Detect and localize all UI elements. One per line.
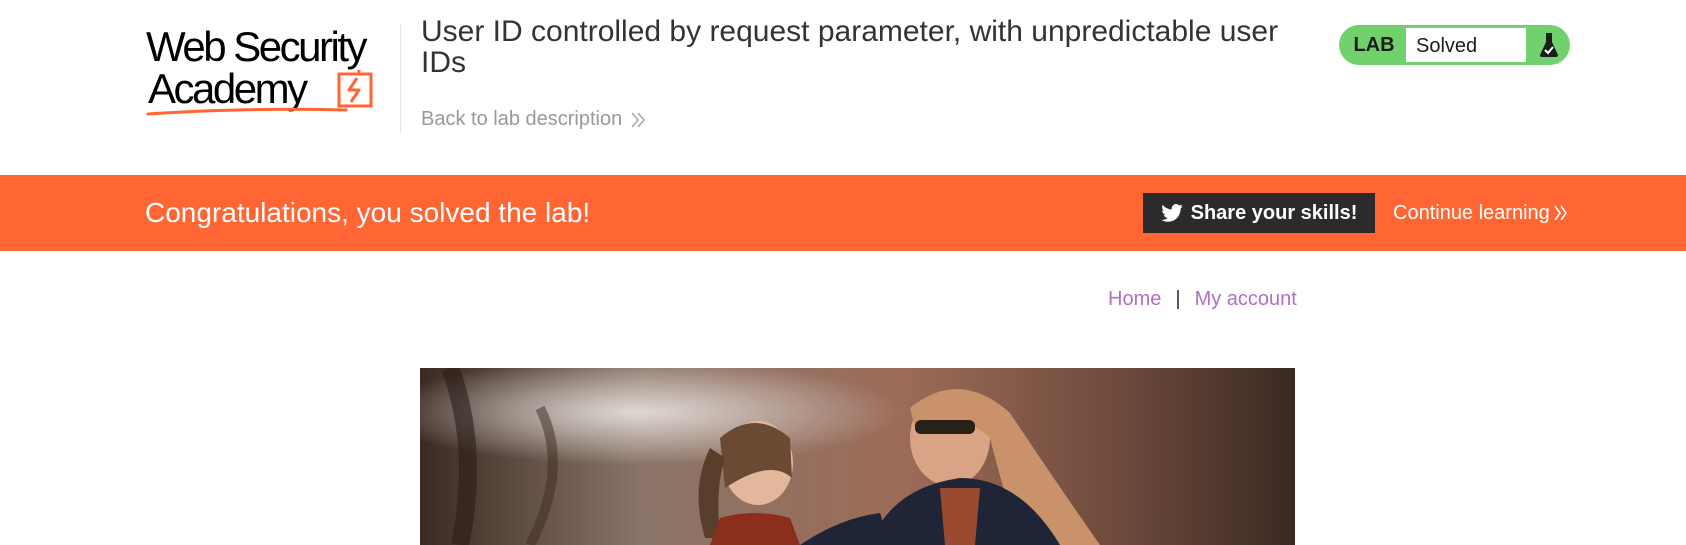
nav-my-account-link[interactable]: My account bbox=[1195, 288, 1297, 311]
solved-banner: Congratulations, you solved the lab! Sha… bbox=[0, 175, 1686, 251]
lab-title: User ID controlled by request parameter,… bbox=[421, 15, 1279, 79]
hero-photo bbox=[420, 368, 1295, 545]
continue-learning-label: Continue learning bbox=[1393, 202, 1550, 224]
share-button-label: Share your skills! bbox=[1190, 201, 1358, 224]
site-header: Web Security Academy User ID controlled … bbox=[0, 0, 1686, 175]
header-divider bbox=[400, 25, 401, 133]
nav-home-link[interactable]: Home bbox=[1108, 288, 1161, 311]
logo-lightning-icon bbox=[337, 70, 373, 108]
continue-learning-link[interactable]: Continue learning bbox=[1393, 200, 1568, 226]
web-security-academy-logo[interactable]: Web Security Academy bbox=[146, 24, 396, 116]
logo-text-line1: Web Security bbox=[146, 23, 368, 70]
lab-status-text: Solved bbox=[1405, 27, 1527, 63]
back-to-lab-description-link[interactable]: Back to lab description bbox=[421, 108, 646, 131]
top-nav: Home | My account bbox=[1108, 288, 1297, 311]
double-chevron-right-icon bbox=[631, 111, 646, 128]
congratulations-message: Congratulations, you solved the lab! bbox=[145, 197, 591, 228]
flask-check-icon bbox=[1527, 25, 1570, 65]
double-chevron-right-icon bbox=[1554, 205, 1567, 221]
share-your-skills-button[interactable]: Share your skills! bbox=[1143, 193, 1375, 233]
twitter-icon bbox=[1160, 204, 1183, 222]
lab-tag: LAB bbox=[1353, 33, 1395, 56]
lab-status-widget: LAB Solved bbox=[1339, 25, 1570, 65]
logo-underline-swoosh bbox=[146, 107, 348, 116]
blog-hero-image bbox=[420, 368, 1295, 545]
back-link-label: Back to lab description bbox=[421, 108, 623, 130]
nav-separator: | bbox=[1175, 288, 1181, 310]
